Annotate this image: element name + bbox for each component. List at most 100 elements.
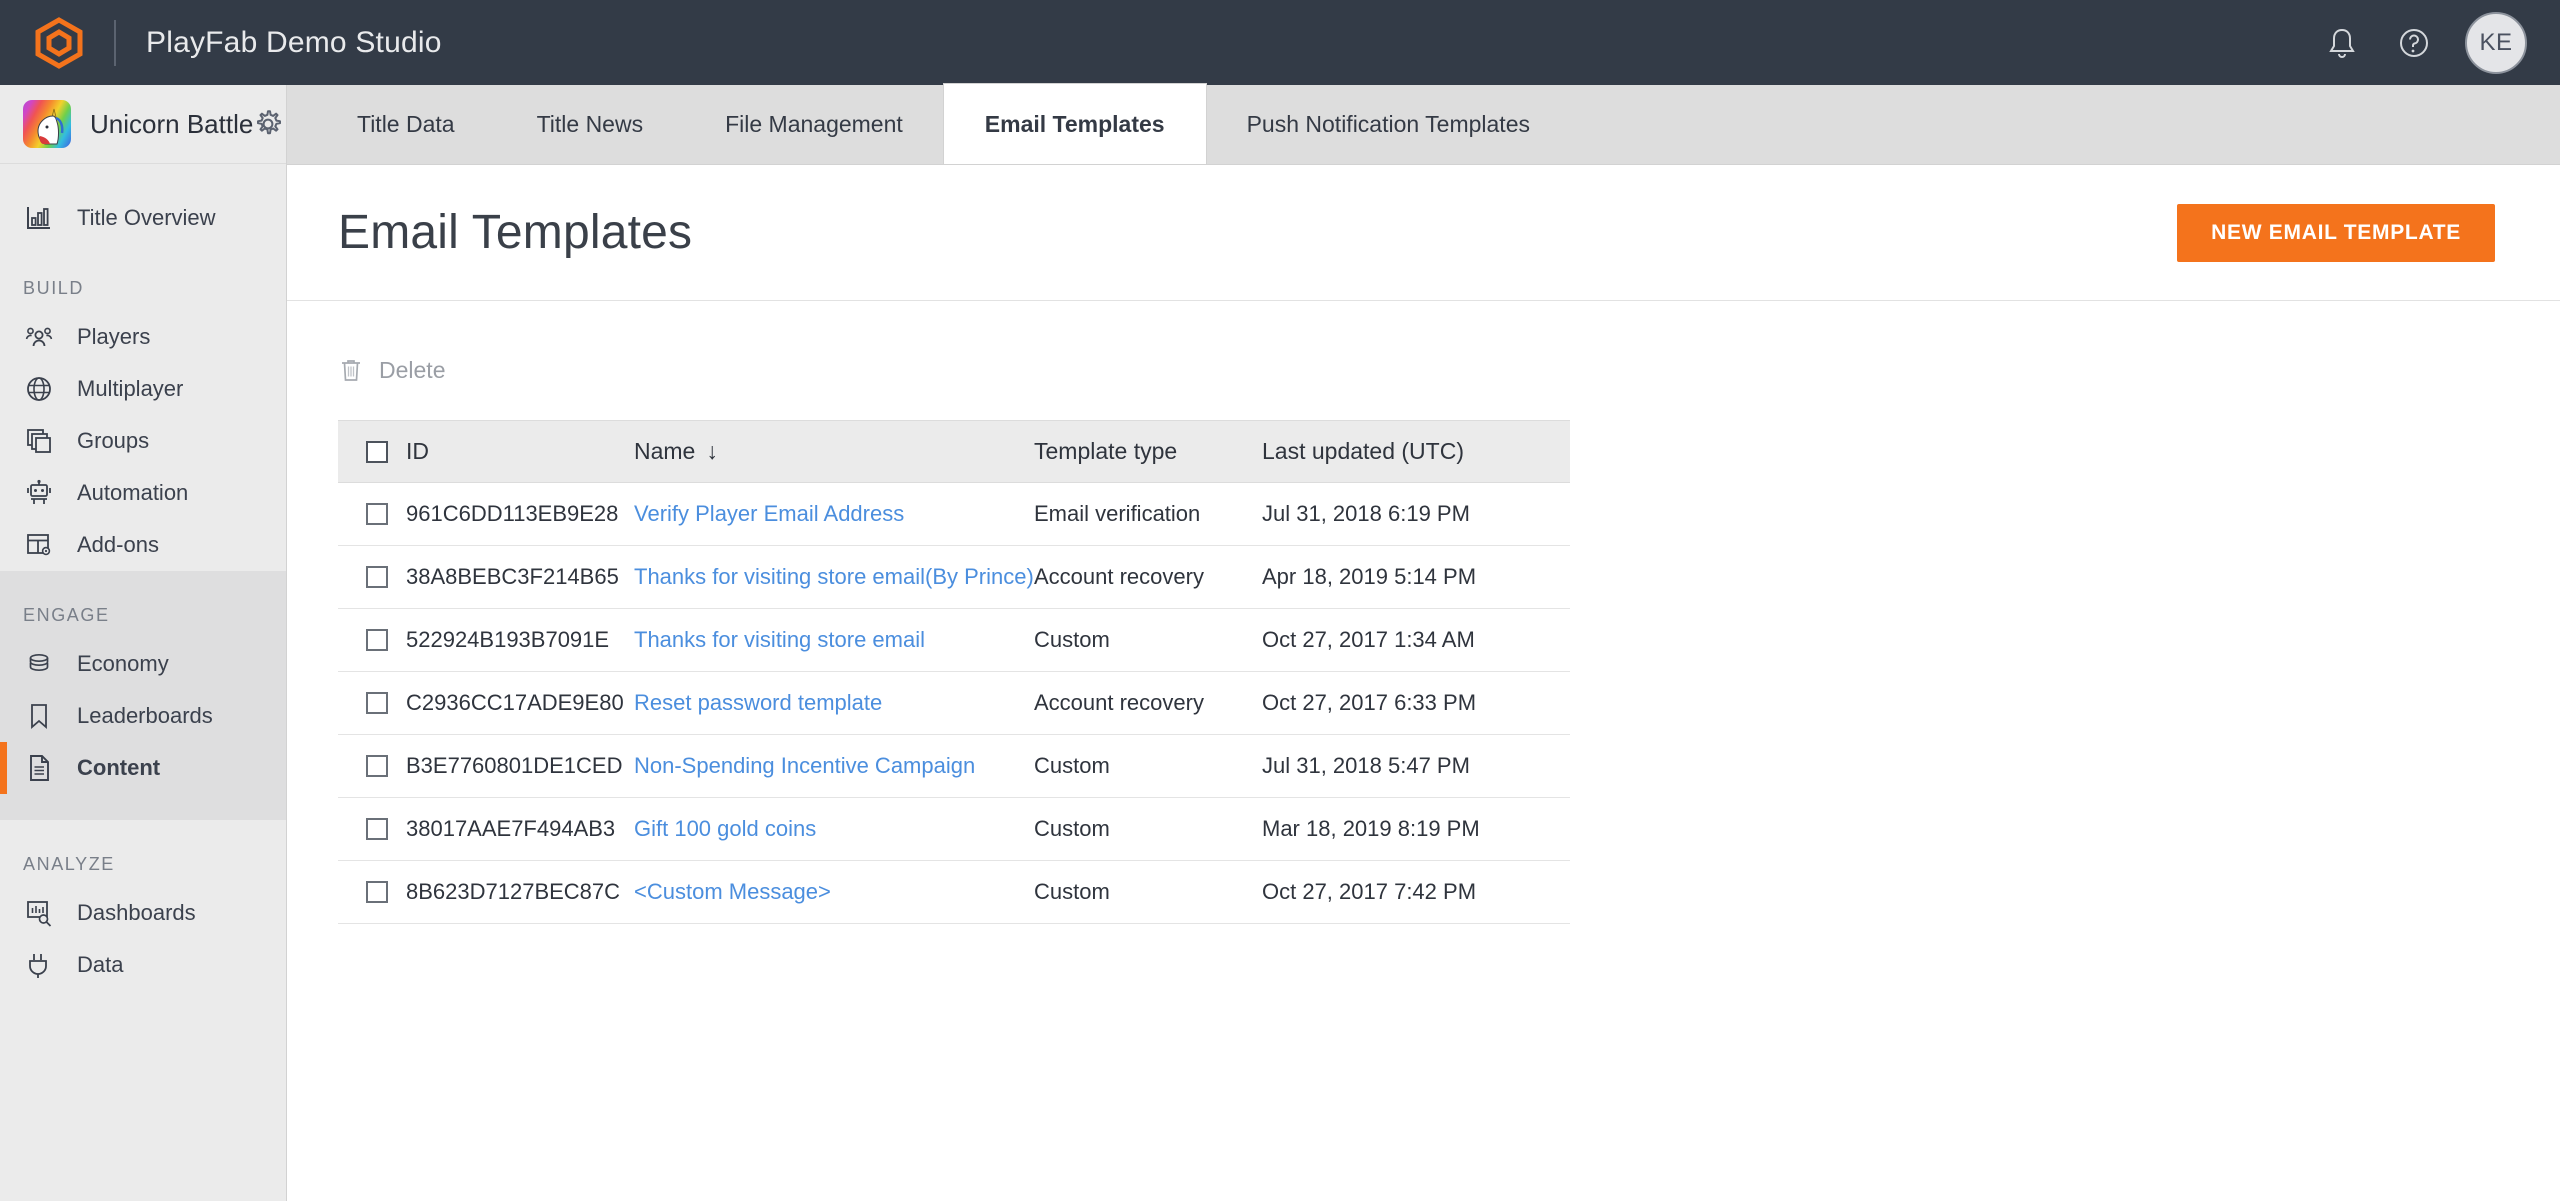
column-header-template-type[interactable]: Template type: [1034, 420, 1262, 483]
row-checkbox[interactable]: [366, 629, 388, 651]
tab-file-management[interactable]: File Management: [684, 84, 944, 164]
sidebar-group-engage: ENGAGE Economy Leaderboards Content: [0, 571, 286, 820]
delete-button[interactable]: Delete: [338, 357, 445, 384]
template-link[interactable]: Thanks for visiting store email: [634, 627, 925, 652]
table-body: 961C6DD113EB9E28 Verify Player Email Add…: [338, 482, 1570, 924]
sidebar-group-label: ANALYZE: [23, 854, 115, 874]
cell-last-updated: Oct 27, 2017 7:42 PM: [1262, 860, 1570, 924]
sidebar-item-groups[interactable]: Groups: [0, 415, 286, 467]
table-row[interactable]: 961C6DD113EB9E28 Verify Player Email Add…: [338, 482, 1570, 546]
content-area: Delete ID Name ↓ Template type Last updat…: [287, 301, 2560, 924]
table-row[interactable]: 38017AAE7F494AB3 Gift 100 gold coins Cus…: [338, 797, 1570, 861]
sidebar-item-add-ons[interactable]: Add-ons: [0, 519, 286, 571]
row-checkbox[interactable]: [366, 881, 388, 903]
row-checkbox[interactable]: [366, 818, 388, 840]
row-select-cell[interactable]: [338, 671, 406, 735]
sidebar-item-label: Economy: [77, 651, 169, 676]
sidebar-item-label: Leaderboards: [77, 703, 213, 728]
cell-last-updated: Jul 31, 2018 6:19 PM: [1262, 482, 1570, 546]
column-header-last-updated[interactable]: Last updated (UTC): [1262, 420, 1570, 483]
template-link[interactable]: Reset password template: [634, 690, 882, 715]
avatar[interactable]: KE: [2465, 11, 2527, 74]
cell-name[interactable]: <Custom Message>: [634, 860, 1034, 924]
people-icon: [24, 322, 54, 352]
brand-divider: [114, 19, 116, 66]
row-checkbox[interactable]: [366, 692, 388, 714]
cell-template-type: Custom: [1034, 608, 1262, 672]
coins-stack-icon: [24, 649, 54, 679]
table-row[interactable]: 8B623D7127BEC87C <Custom Message> Custom…: [338, 860, 1570, 924]
cell-name[interactable]: Verify Player Email Address: [634, 482, 1034, 546]
stacked-squares-icon: [24, 426, 54, 456]
bar-chart-icon: [24, 203, 54, 233]
select-all-checkbox[interactable]: [366, 440, 388, 463]
row-checkbox[interactable]: [366, 566, 388, 588]
notification-bell-icon[interactable]: [2321, 22, 2363, 64]
bookmark-icon: [24, 701, 54, 731]
cell-template-type: Email verification: [1034, 482, 1262, 546]
cell-last-updated: Jul 31, 2018 5:47 PM: [1262, 734, 1570, 798]
sidebar-item-multiplayer[interactable]: Multiplayer: [0, 363, 286, 415]
sidebar-item-economy[interactable]: Economy: [0, 638, 286, 690]
template-link[interactable]: Verify Player Email Address: [634, 501, 904, 526]
cell-id: 8B623D7127BEC87C: [406, 860, 634, 924]
cell-id: 961C6DD113EB9E28: [406, 482, 634, 546]
help-circle-icon[interactable]: [2393, 22, 2435, 64]
table-row[interactable]: 38A8BEBC3F214B65 Thanks for visiting sto…: [338, 545, 1570, 609]
row-select-cell[interactable]: [338, 545, 406, 609]
table-row[interactable]: 522924B193B7091E Thanks for visiting sto…: [338, 608, 1570, 672]
sidebar-item-players[interactable]: Players: [0, 311, 286, 363]
cell-name[interactable]: Gift 100 gold coins: [634, 797, 1034, 861]
cell-name[interactable]: Thanks for visiting store email: [634, 608, 1034, 672]
row-select-cell[interactable]: [338, 482, 406, 546]
studio-name: PlayFab Demo Studio: [146, 25, 442, 59]
row-checkbox[interactable]: [366, 755, 388, 777]
select-all-header[interactable]: [338, 420, 406, 483]
trash-icon: [338, 357, 364, 383]
row-select-cell[interactable]: [338, 734, 406, 798]
row-select-cell[interactable]: [338, 608, 406, 672]
table-toolbar: Delete: [338, 345, 2509, 395]
globe-icon: [24, 374, 54, 404]
sidebar-item-label: Data: [77, 952, 124, 977]
template-link[interactable]: Thanks for visiting store email(By Princ…: [634, 564, 1034, 589]
gear-icon[interactable]: [253, 109, 283, 139]
title-header[interactable]: Unicorn Battle: [0, 85, 286, 164]
data-plug-icon: [24, 950, 54, 980]
sidebar-item-title-overview[interactable]: Title Overview: [0, 192, 286, 244]
playfab-hex-logo-icon[interactable]: [33, 16, 85, 69]
template-link[interactable]: Gift 100 gold coins: [634, 816, 816, 841]
column-header-id[interactable]: ID: [406, 420, 634, 483]
row-select-cell[interactable]: [338, 860, 406, 924]
cell-id: C2936CC17ADE9E80: [406, 671, 634, 735]
sidebar-item-content[interactable]: Content: [0, 742, 286, 794]
row-select-cell[interactable]: [338, 797, 406, 861]
top-bar: PlayFab Demo Studio KE: [0, 0, 2560, 85]
tab-title-data[interactable]: Title Data: [316, 84, 496, 164]
template-link[interactable]: <Custom Message>: [634, 879, 831, 904]
sidebar-group-analyze: ANALYZE Dashboards Data: [0, 820, 286, 991]
sidebar-item-label: Automation: [77, 480, 189, 505]
cell-name[interactable]: Reset password template: [634, 671, 1034, 735]
tab-title-news[interactable]: Title News: [496, 84, 685, 164]
new-email-template-button[interactable]: NEW EMAIL TEMPLATE: [2177, 203, 2495, 262]
document-icon: [24, 753, 54, 783]
sidebar-item-label: Title Overview: [77, 205, 216, 230]
tab-email-templates[interactable]: Email Templates: [943, 84, 1206, 164]
sidebar-item-data[interactable]: Data: [0, 939, 286, 991]
sidebar-group-build: BUILD Players Multiplayer Groups Automat…: [0, 244, 286, 571]
table-row[interactable]: B3E7760801DE1CED Non-Spending Incentive …: [338, 734, 1570, 798]
cell-name[interactable]: Non-Spending Incentive Campaign: [634, 734, 1034, 798]
cell-name[interactable]: Thanks for visiting store email(By Princ…: [634, 545, 1034, 609]
column-header-name[interactable]: Name ↓: [634, 420, 1034, 483]
row-checkbox[interactable]: [366, 503, 388, 525]
template-link[interactable]: Non-Spending Incentive Campaign: [634, 753, 975, 778]
cell-template-type: Custom: [1034, 797, 1262, 861]
sidebar-item-automation[interactable]: Automation: [0, 467, 286, 519]
sidebar-item-dashboards[interactable]: Dashboards: [0, 887, 286, 939]
chart-search-icon: [24, 898, 54, 928]
table-row[interactable]: C2936CC17ADE9E80 Reset password template…: [338, 671, 1570, 735]
cell-template-type: Account recovery: [1034, 671, 1262, 735]
tab-push-notification-templates[interactable]: Push Notification Templates: [1206, 84, 1571, 164]
sidebar-item-leaderboards[interactable]: Leaderboards: [0, 690, 286, 742]
